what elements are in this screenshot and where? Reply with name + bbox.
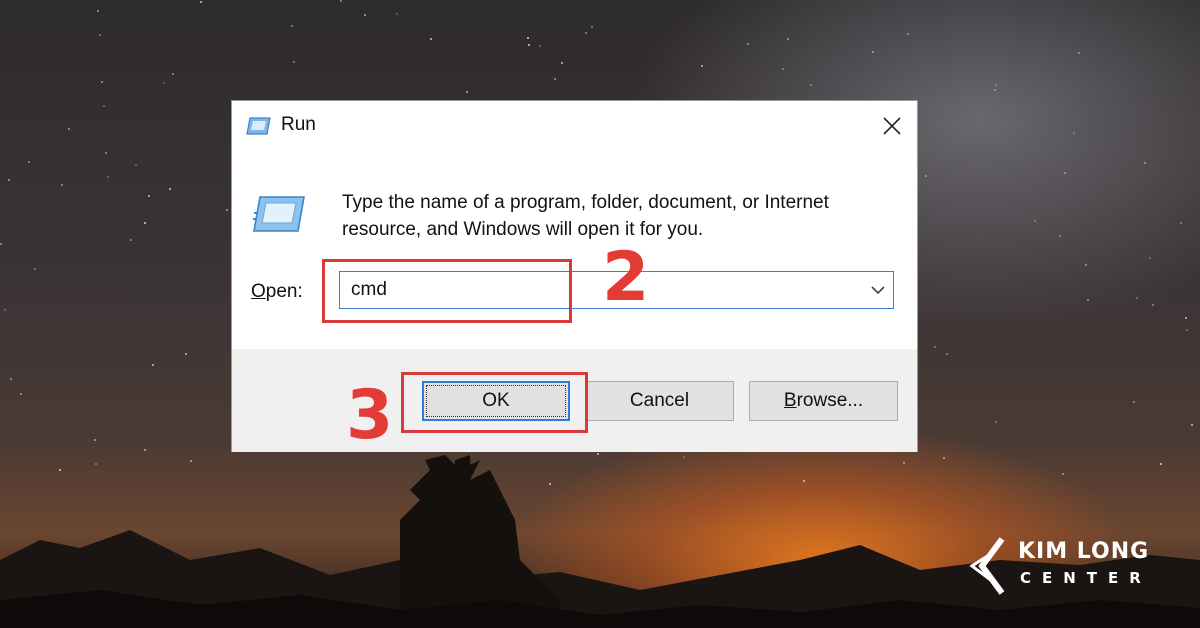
logo-subtitle: CENTER [1020, 569, 1152, 587]
kimlong-logo: KIM LONG CENTER [968, 537, 1168, 597]
description-line: Type the name of a program, folder, docu… [342, 192, 829, 213]
dialog-description: Type the name of a program, folder, docu… [342, 189, 902, 243]
close-button[interactable] [867, 101, 917, 151]
browse-mnemonic: B [783, 390, 797, 411]
open-label-mnemonic: O [251, 281, 266, 302]
chevron-down-icon [871, 285, 885, 294]
cancel-button[interactable]: Cancel [585, 381, 734, 421]
cancel-button-label: Cancel [629, 390, 690, 411]
combobox-dropdown-button[interactable] [863, 272, 893, 308]
logo-title: KIM LONG [1018, 539, 1150, 564]
step-3-highlight [401, 372, 588, 433]
browse-button[interactable]: Browse... [749, 381, 898, 421]
browse-button-label: rowse... [796, 390, 864, 411]
window-title: Run [281, 114, 316, 135]
close-icon [883, 117, 901, 135]
step-2-number: 2 [602, 238, 650, 317]
kimlong-logo-icon [969, 537, 1005, 595]
open-label: Open: [251, 281, 303, 303]
run-app-icon [246, 117, 271, 135]
step-3-number: 3 [346, 376, 394, 455]
step-2-highlight [322, 259, 572, 323]
run-app-icon [253, 196, 305, 232]
title-bar: Run [232, 101, 917, 151]
open-label-text: pen: [265, 281, 303, 302]
